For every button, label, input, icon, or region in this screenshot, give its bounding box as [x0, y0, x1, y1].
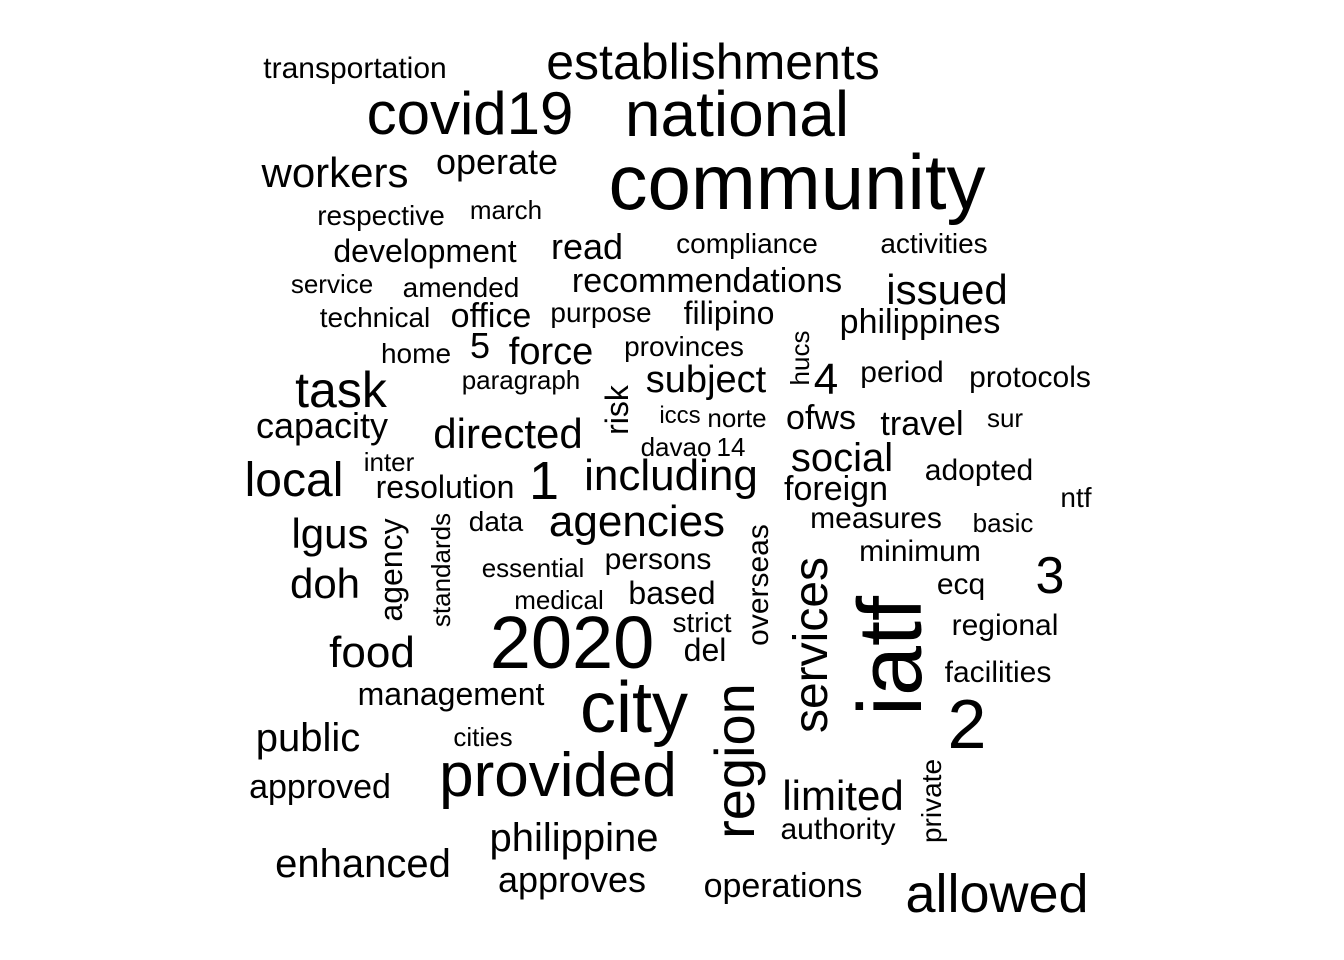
cloud-word: standards — [426, 512, 456, 628]
cloud-word: subject — [645, 359, 767, 401]
cloud-word: allowed — [905, 864, 1089, 924]
cloud-word: services — [785, 556, 838, 734]
cloud-word: risk — [599, 385, 635, 435]
cloud-word: facilities — [944, 656, 1052, 689]
cloud-word: hucs — [785, 330, 815, 386]
cloud-word: private — [916, 758, 947, 844]
word-cloud: community national covid19 establishments tr… — [0, 0, 1344, 960]
cloud-word: authority — [780, 813, 896, 846]
cloud-word: persons — [604, 543, 712, 576]
cloud-word: doh — [289, 560, 361, 607]
cloud-word: limited — [782, 772, 904, 819]
cloud-word: recommendations — [571, 262, 843, 300]
cloud-word: city — [580, 668, 688, 748]
cloud-word: home — [380, 338, 452, 369]
cloud-word: minimum — [859, 535, 981, 568]
cloud-word: 2 — [947, 685, 987, 763]
cloud-word: office — [450, 297, 532, 335]
cloud-word: management — [357, 676, 545, 712]
cloud-word: iatf — [841, 595, 941, 717]
cloud-word: food — [329, 628, 415, 677]
cloud-word: lgus — [291, 510, 369, 557]
cloud-word: national — [624, 78, 850, 150]
cloud-word: essential — [481, 553, 585, 583]
cloud-word: enhanced — [275, 842, 451, 886]
cloud-word: iccs — [659, 402, 701, 429]
cloud-word: sur — [986, 403, 1024, 433]
cloud-word: period — [860, 356, 944, 389]
cloud-word: philippines — [839, 303, 1001, 341]
cloud-word: agency — [373, 518, 409, 622]
cloud-word: 5 — [469, 325, 491, 366]
cloud-word: operate — [435, 141, 559, 182]
cloud-word: filipino — [683, 295, 775, 331]
cloud-word: workers — [261, 149, 409, 196]
cloud-word: agencies — [548, 497, 726, 546]
cloud-word: technical — [319, 302, 431, 333]
cloud-word: region — [703, 683, 766, 839]
cloud-word: overseas — [742, 524, 775, 646]
cloud-word: foreign — [784, 470, 888, 508]
cloud-word: compliance — [676, 228, 818, 259]
cloud-word: provided — [439, 741, 677, 810]
cloud-word: march — [469, 195, 543, 225]
cloud-word: 3 — [1035, 547, 1065, 605]
cloud-word: purpose — [550, 297, 652, 328]
cloud-word: activities — [880, 228, 988, 259]
cloud-word: philippine — [489, 816, 659, 860]
cloud-word: directed — [433, 410, 583, 457]
cloud-word: norte — [707, 403, 767, 433]
cloud-word: adopted — [924, 454, 1034, 487]
cloud-word: regional — [951, 609, 1059, 642]
cloud-word: basic — [972, 508, 1034, 538]
cloud-word: covid19 — [366, 80, 574, 147]
cloud-word: approves — [497, 859, 647, 900]
cloud-word: community — [608, 138, 986, 226]
cloud-word: development — [333, 233, 517, 269]
cloud-word: provinces — [624, 331, 744, 362]
cloud-word: data — [468, 506, 524, 537]
cloud-word: travel — [880, 405, 964, 443]
cloud-word: protocols — [969, 361, 1091, 394]
cloud-word: 4 — [813, 355, 839, 404]
cloud-word: ecq — [936, 568, 986, 601]
cloud-word: respective — [317, 200, 445, 231]
cloud-word: including — [584, 451, 758, 500]
cloud-word: resolution — [375, 469, 515, 505]
cloud-word: approved — [249, 768, 391, 806]
cloud-word: transportation — [263, 52, 447, 85]
cloud-word: public — [255, 716, 361, 760]
cloud-word: operations — [703, 867, 863, 905]
cloud-word: service — [290, 269, 374, 299]
cloud-word: measures — [810, 502, 942, 535]
cloud-word: ntf — [1060, 482, 1092, 513]
cloud-word: del — [683, 632, 727, 668]
cloud-word: local — [244, 454, 344, 507]
cloud-word: paragraph — [461, 365, 581, 395]
cloud-word: read — [550, 226, 624, 267]
cloud-word: capacity — [255, 405, 389, 446]
cloud-word: ofws — [786, 399, 856, 437]
cloud-word: establishments — [546, 34, 880, 90]
